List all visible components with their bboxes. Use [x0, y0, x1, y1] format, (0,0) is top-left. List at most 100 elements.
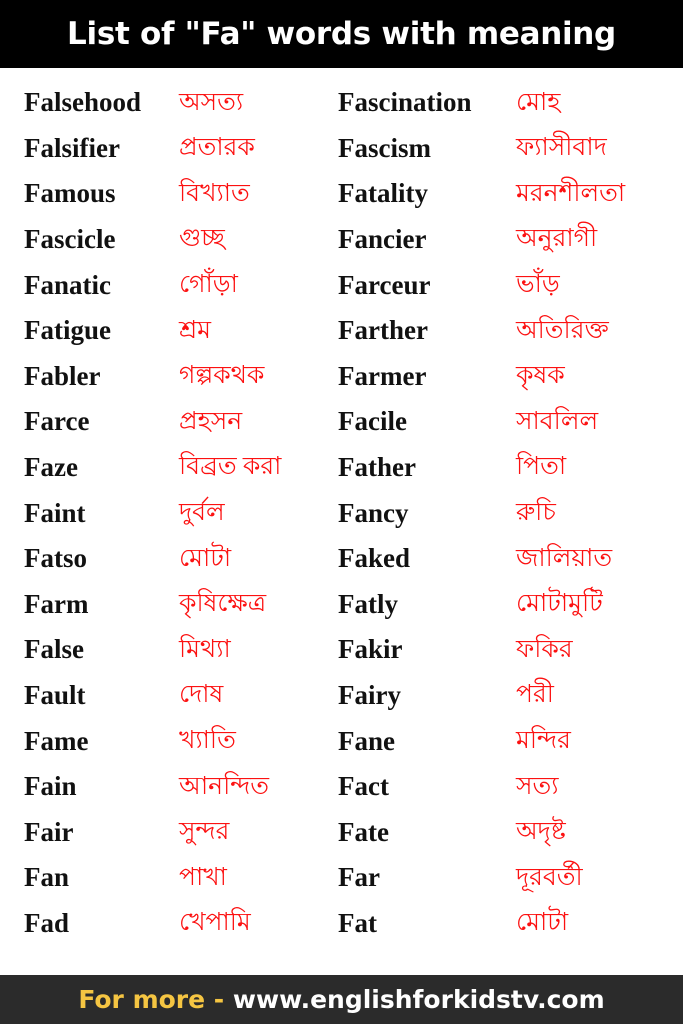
meaning-cell: মোটামুটি: [514, 582, 683, 628]
word-cell: Famous: [24, 171, 179, 217]
english-word: Farceur: [338, 269, 431, 300]
english-word: Father: [338, 452, 416, 483]
english-word: Fate: [338, 816, 389, 847]
bengali-meaning: কৃষিক্ষেত্র: [179, 590, 267, 618]
meaning-cell: জালিয়াত: [514, 536, 683, 582]
english-word: False: [24, 634, 84, 665]
meaning-cell: গোঁড়া: [179, 262, 334, 308]
meaning-cell: মোটা: [179, 536, 334, 582]
meaning-cell: বিখ্যাত: [179, 171, 334, 217]
english-word: Fatality: [338, 178, 428, 209]
english-word: Faked: [338, 543, 411, 574]
meaning-cell: অসত্য: [179, 80, 334, 126]
bengali-meaning: সত্য: [516, 772, 559, 800]
bengali-meaning: ভাঁড়: [516, 271, 560, 299]
bengali-meaning: পরী: [516, 681, 554, 709]
bengali-meaning: কৃষক: [516, 362, 565, 390]
bengali-meaning: জালিয়াত: [516, 544, 613, 572]
footer-url: www.englishforkidstv.com: [232, 985, 605, 1014]
word-cell: Fame: [24, 718, 179, 764]
bengali-meaning: বিব্রত করা: [179, 453, 282, 481]
meaning-cell: সাবলিল: [514, 399, 683, 445]
meaning-cell: অনুরাগী: [514, 217, 683, 263]
meaning-cell: মোটা: [514, 901, 683, 947]
meaning-cell: মিথ্যা: [179, 627, 334, 673]
word-cell: Fakir: [334, 627, 514, 673]
word-cell: Fatigue: [24, 308, 179, 354]
meaning-cell: অতিরিক্ত: [514, 308, 683, 354]
word-cell: Far: [334, 855, 514, 901]
english-word: Fane: [338, 725, 395, 756]
word-cell: Fancier: [334, 217, 514, 263]
word-cell: Fatso: [24, 536, 179, 582]
bengali-meaning: খেপামি: [179, 909, 251, 937]
english-word: Fan: [24, 862, 70, 893]
footer-text: For more - www.englishforkidstv.com: [78, 987, 604, 1012]
bengali-meaning: মোটা: [179, 544, 232, 572]
word-cell: Fair: [24, 810, 179, 856]
bengali-meaning: রুচি: [516, 499, 556, 527]
meaning-cell: পরী: [514, 673, 683, 719]
bengali-meaning: মোহ: [516, 88, 561, 116]
meaning-cell: পাখা: [179, 855, 334, 901]
meaning-cell: রুচি: [514, 490, 683, 536]
english-word: Famous: [24, 178, 116, 209]
word-cell: Fancy: [334, 490, 514, 536]
bengali-meaning: মোটা: [516, 909, 569, 937]
word-cell: Fane: [334, 718, 514, 764]
word-list-content: Falsehood অসত্য Fascination মোহ Falsifier প্র…: [0, 68, 683, 975]
bengali-meaning: প্রহসন: [179, 407, 243, 435]
bengali-meaning: আনন্দিত: [179, 772, 270, 800]
meaning-cell: মোহ: [514, 80, 683, 126]
word-cell: Fanatic: [24, 262, 179, 308]
english-word: Fad: [24, 907, 70, 938]
bengali-meaning: মিথ্যা: [179, 635, 231, 663]
meaning-cell: শ্রম: [179, 308, 334, 354]
meaning-cell: প্রহসন: [179, 399, 334, 445]
bengali-meaning: গুচ্ছ: [179, 225, 225, 253]
word-cell: Faked: [334, 536, 514, 582]
bengali-meaning: সুন্দর: [179, 818, 230, 846]
word-cell: Fault: [24, 673, 179, 719]
english-word: Fatigue: [24, 315, 111, 346]
bengali-meaning: মন্দির: [516, 726, 571, 754]
bengali-meaning: অদৃষ্ট: [516, 818, 566, 846]
word-cell: Fatality: [334, 171, 514, 217]
word-cell: Fascination: [334, 80, 514, 126]
word-cell: Fain: [24, 764, 179, 810]
english-word: Fat: [338, 907, 377, 938]
bengali-meaning: ফ্যাসীবাদ: [516, 134, 607, 162]
word-cell: Faze: [24, 445, 179, 491]
bengali-meaning: ফকির: [516, 635, 573, 663]
bengali-meaning: দুর্বল: [179, 499, 225, 527]
word-cell: Fascicle: [24, 217, 179, 263]
header-bar: List of "Fa" words with meaning: [0, 0, 683, 68]
english-word: Fairy: [338, 680, 401, 711]
word-cell: Fatly: [334, 582, 514, 628]
english-word: Farther: [338, 315, 428, 346]
english-word: Fanatic: [24, 269, 111, 300]
bengali-meaning: সাবলিল: [516, 407, 599, 435]
meaning-cell: দূরবর্তী: [514, 855, 683, 901]
bengali-meaning: মোটামুটি: [516, 590, 603, 618]
english-word: Farm: [24, 588, 89, 619]
meaning-cell: ফ্যাসীবাদ: [514, 126, 683, 172]
english-word: Fatly: [338, 588, 398, 619]
meaning-cell: আনন্দিত: [179, 764, 334, 810]
meaning-cell: কৃষক: [514, 354, 683, 400]
bengali-meaning: খ্যাতি: [179, 726, 236, 754]
english-word: Fancy: [338, 497, 409, 528]
meaning-cell: দোষ: [179, 673, 334, 719]
meaning-cell: মরনশীলতা: [514, 171, 683, 217]
word-cell: Farceur: [334, 262, 514, 308]
meaning-cell: ফকির: [514, 627, 683, 673]
word-cell: Fad: [24, 901, 179, 947]
english-word: Faze: [24, 452, 78, 483]
word-cell: Faint: [24, 490, 179, 536]
meaning-cell: গল্পকথক: [179, 354, 334, 400]
bengali-meaning: অসত্য: [179, 88, 244, 116]
english-word: Fakir: [338, 634, 403, 665]
word-cell: Farmer: [334, 354, 514, 400]
meaning-cell: অদৃষ্ট: [514, 810, 683, 856]
meaning-cell: সুন্দর: [179, 810, 334, 856]
